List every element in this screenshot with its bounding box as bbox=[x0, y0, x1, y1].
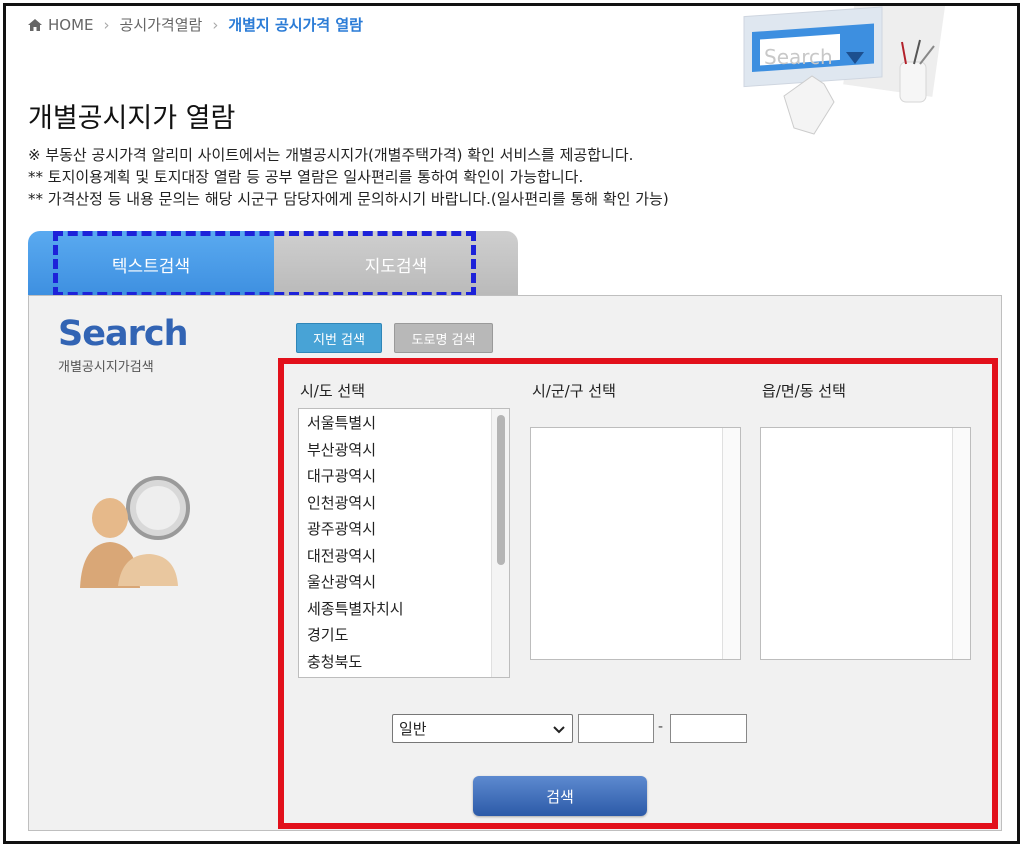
lot-type-select[interactable]: 일반 bbox=[392, 714, 573, 743]
subtab-lot-search[interactable]: 지번 검색 bbox=[296, 323, 382, 353]
sido-option[interactable]: 세종특별자치시 bbox=[299, 596, 491, 623]
search-logo: Search bbox=[58, 314, 188, 354]
sido-label: 시/도 선택 bbox=[300, 382, 366, 400]
sigungu-listbox[interactable] bbox=[530, 427, 741, 660]
sub-lot-number-input[interactable] bbox=[670, 714, 747, 743]
sido-option[interactable]: 인천광역시 bbox=[299, 490, 491, 517]
eupmyeondong-listbox[interactable] bbox=[760, 427, 971, 660]
notice-line: ** 토지이용계획 및 토지대장 열람 등 공부 열람은 일사편리를 통하여 확… bbox=[28, 168, 584, 186]
notice-line: ** 가격산정 등 내용 문의는 해당 시군구 담당자에게 문의하시기 바랍니다… bbox=[28, 190, 669, 208]
subtab-road-search[interactable]: 도로명 검색 bbox=[394, 323, 493, 353]
search-logo-subtitle: 개별공시지가검색 bbox=[58, 360, 154, 375]
breadcrumb: HOME › 공시가격열람 › 개별지 공시가격 열람 bbox=[28, 14, 363, 35]
notice-list: ※ 부동산 공시가격 알리미 사이트에서는 개별공시지가(개별주택가격) 확인 … bbox=[28, 144, 669, 210]
sido-option[interactable]: 울산광역시 bbox=[299, 569, 491, 596]
lot-number-separator: - bbox=[658, 719, 664, 735]
eupmyeondong-scrollbar[interactable] bbox=[952, 428, 970, 659]
chevron-down-icon bbox=[553, 725, 565, 733]
search-button[interactable]: 검색 bbox=[473, 776, 647, 816]
tabs-highlight-annotation bbox=[53, 231, 476, 297]
chevron-right-icon: › bbox=[212, 15, 219, 34]
sido-option[interactable]: 충청북도 bbox=[299, 649, 491, 676]
sigungu-scrollbar[interactable] bbox=[722, 428, 740, 659]
sido-option[interactable]: 대구광역시 bbox=[299, 463, 491, 490]
search-hero-illustration: Search bbox=[743, 6, 946, 135]
sido-option[interactable]: 서울특별시 bbox=[299, 410, 491, 437]
sido-scrollbar[interactable] bbox=[491, 409, 509, 677]
sido-listbox[interactable]: 서울특별시 부산광역시 대구광역시 인천광역시 광주광역시 대전광역시 울산광역시 세종특별자… bbox=[298, 408, 510, 678]
sido-option[interactable]: 대전광역시 bbox=[299, 543, 491, 570]
person-search-icon bbox=[80, 476, 190, 588]
sido-option[interactable]: 부산광역시 bbox=[299, 437, 491, 464]
breadcrumb-home[interactable]: HOME bbox=[48, 16, 94, 34]
breadcrumb-current: 개별지 공시가격 열람 bbox=[228, 16, 363, 34]
notice-line: ※ 부동산 공시가격 알리미 사이트에서는 개별공시지가(개별주택가격) 확인 … bbox=[28, 146, 634, 164]
scroll-thumb[interactable] bbox=[497, 415, 505, 565]
chevron-right-icon: › bbox=[103, 15, 110, 34]
sido-option[interactable]: 경기도 bbox=[299, 622, 491, 649]
lot-type-value: 일반 bbox=[399, 720, 427, 738]
page-title: 개별공시지가 열람 bbox=[28, 103, 236, 134]
sido-options: 서울특별시 부산광역시 대구광역시 인천광역시 광주광역시 대전광역시 울산광역시 세종특별자… bbox=[299, 410, 491, 675]
breadcrumb-level1[interactable]: 공시가격열람 bbox=[120, 14, 203, 35]
eupmyeondong-label: 읍/면/동 선택 bbox=[762, 382, 846, 400]
sigungu-label: 시/군/구 선택 bbox=[532, 382, 616, 400]
home-icon bbox=[28, 18, 42, 31]
main-lot-number-input[interactable] bbox=[578, 714, 654, 743]
hero-search-text: Search bbox=[764, 45, 833, 69]
sido-option[interactable]: 광주광역시 bbox=[299, 516, 491, 543]
